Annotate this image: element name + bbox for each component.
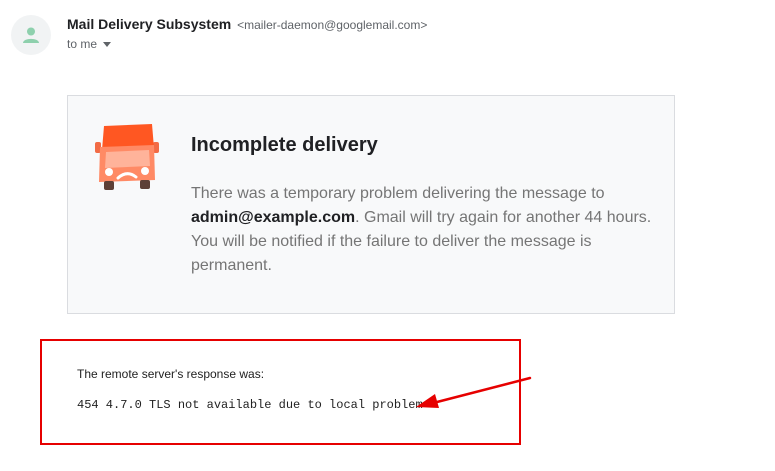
caret-down-icon[interactable] xyxy=(103,41,112,47)
notice-title: Incomplete delivery xyxy=(191,134,378,156)
annotation-arrow-icon xyxy=(416,376,532,408)
sender-email: <mailer-daemon@googlemail.com> xyxy=(237,18,428,32)
sender-avatar xyxy=(11,15,51,55)
sad-truck-icon xyxy=(95,124,159,190)
email-view: Mail Delivery Subsystem <mailer-daemon@g… xyxy=(0,0,775,471)
notice-body-prefix: There was a temporary problem delivering… xyxy=(191,185,605,202)
sender-line: Mail Delivery Subsystem <mailer-daemon@g… xyxy=(67,16,427,32)
person-icon xyxy=(23,27,39,43)
notice-body: There was a temporary problem delivering… xyxy=(191,182,661,278)
recipient-details-toggle[interactable]: to me xyxy=(67,37,112,51)
sender-name[interactable]: Mail Delivery Subsystem xyxy=(67,16,231,32)
delivery-notice-card: Incomplete delivery There was a temporar… xyxy=(67,95,675,314)
notice-recipient-email: admin@example.com xyxy=(191,209,356,226)
recipient-label: to me xyxy=(67,37,98,51)
